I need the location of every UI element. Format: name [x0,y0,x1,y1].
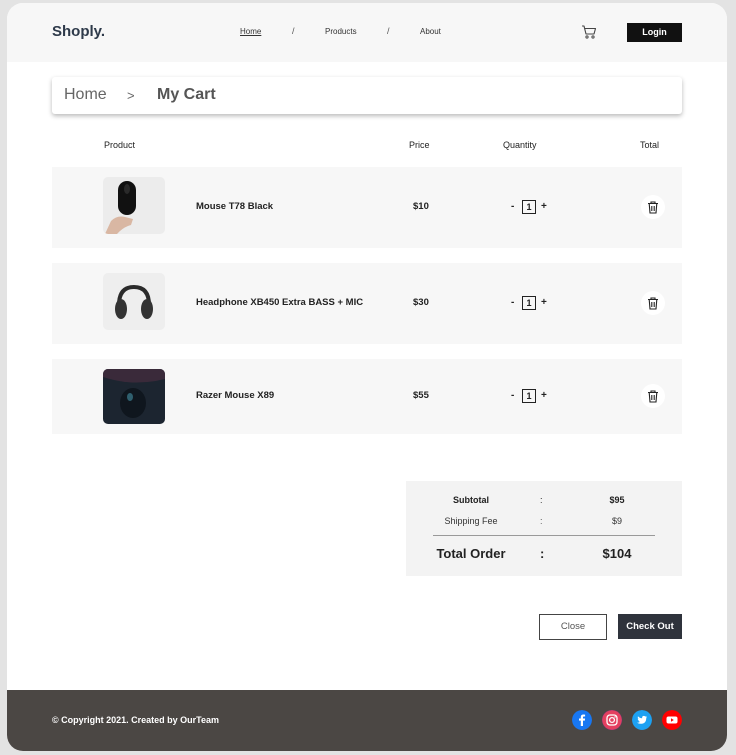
qty-decrease-button[interactable]: - [511,201,514,212]
checkout-button[interactable]: Check Out [618,614,682,639]
header-product: Product [104,140,136,150]
qty-decrease-button[interactable]: - [511,297,514,308]
nav-home-link[interactable]: Home [240,27,261,36]
subtotal-value: $95 [609,495,625,505]
youtube-icon[interactable] [662,710,682,730]
trash-icon [648,201,658,214]
qty-input[interactable]: 1 [522,296,536,310]
remove-item-button[interactable] [641,291,665,315]
qty-increase-button[interactable]: + [541,297,547,308]
nav-about-link[interactable]: About [420,27,441,36]
qty-input[interactable]: 1 [522,389,536,403]
order-summary: Subtotal : $95 Shipping Fee : $9 Total O… [406,481,682,576]
breadcrumb-current: My Cart [157,86,216,103]
total-order-value: $104 [602,546,632,561]
qty-decrease-button[interactable]: - [511,390,514,401]
close-button[interactable]: Close [539,614,607,640]
subtotal-label: Subtotal [453,495,489,505]
nav-separator: / [292,26,295,36]
trash-icon [648,297,658,310]
product-image [103,273,165,330]
cart-row: Headphone XB450 Extra BASS + MIC $30 - 1… [52,263,682,344]
summary-colon: : [540,495,543,505]
total-order-label: Total Order [436,546,506,561]
breadcrumb: Home > My Cart [52,77,682,114]
instagram-icon[interactable] [602,710,622,730]
product-name: Razer Mouse X89 [196,390,275,401]
twitter-icon[interactable] [632,710,652,730]
cart-row: Razer Mouse X89 $55 - 1 + [52,359,682,434]
page-frame: Shoply. Home / Products / About Login Ho… [7,3,727,751]
facebook-icon[interactable] [572,710,592,730]
shipping-fee-value: $9 [611,516,622,526]
summary-colon: : [540,516,543,526]
header-quantity: Quantity [503,140,537,150]
nav-separator: / [387,26,390,36]
breadcrumb-home[interactable]: Home [64,86,107,104]
header-total: Total [640,140,660,150]
product-price: $10 [413,201,429,212]
qty-increase-button[interactable]: + [541,390,547,401]
cart-row: Mouse T78 Black $10 - 1 + [52,167,682,248]
login-button[interactable]: Login [627,23,682,42]
product-price: $55 [413,390,429,401]
nav-products-link[interactable]: Products [325,27,357,36]
footer: © Copyright 2021. Created by OurTeam [7,690,727,751]
breadcrumb-separator: > [127,88,135,103]
summary-colon: : [540,546,545,561]
copyright-text: © Copyright 2021. Created by OurTeam [52,715,220,725]
product-name: Headphone XB450 Extra BASS + MIC [196,297,364,308]
product-image [103,369,165,424]
remove-item-button[interactable] [641,384,665,408]
cart-icon[interactable] [581,24,597,40]
summary-divider [433,535,655,536]
product-image [103,177,165,234]
product-price: $30 [413,297,429,308]
qty-increase-button[interactable]: + [541,201,547,212]
brand-logo[interactable]: Shoply. [52,23,105,40]
header-price: Price [409,140,430,150]
trash-icon [648,390,658,403]
remove-item-button[interactable] [641,195,665,219]
top-navbar: Shoply. Home / Products / About Login [7,3,727,62]
product-name: Mouse T78 Black [196,201,274,212]
shipping-fee-label: Shipping Fee [444,516,498,526]
qty-input[interactable]: 1 [522,200,536,214]
